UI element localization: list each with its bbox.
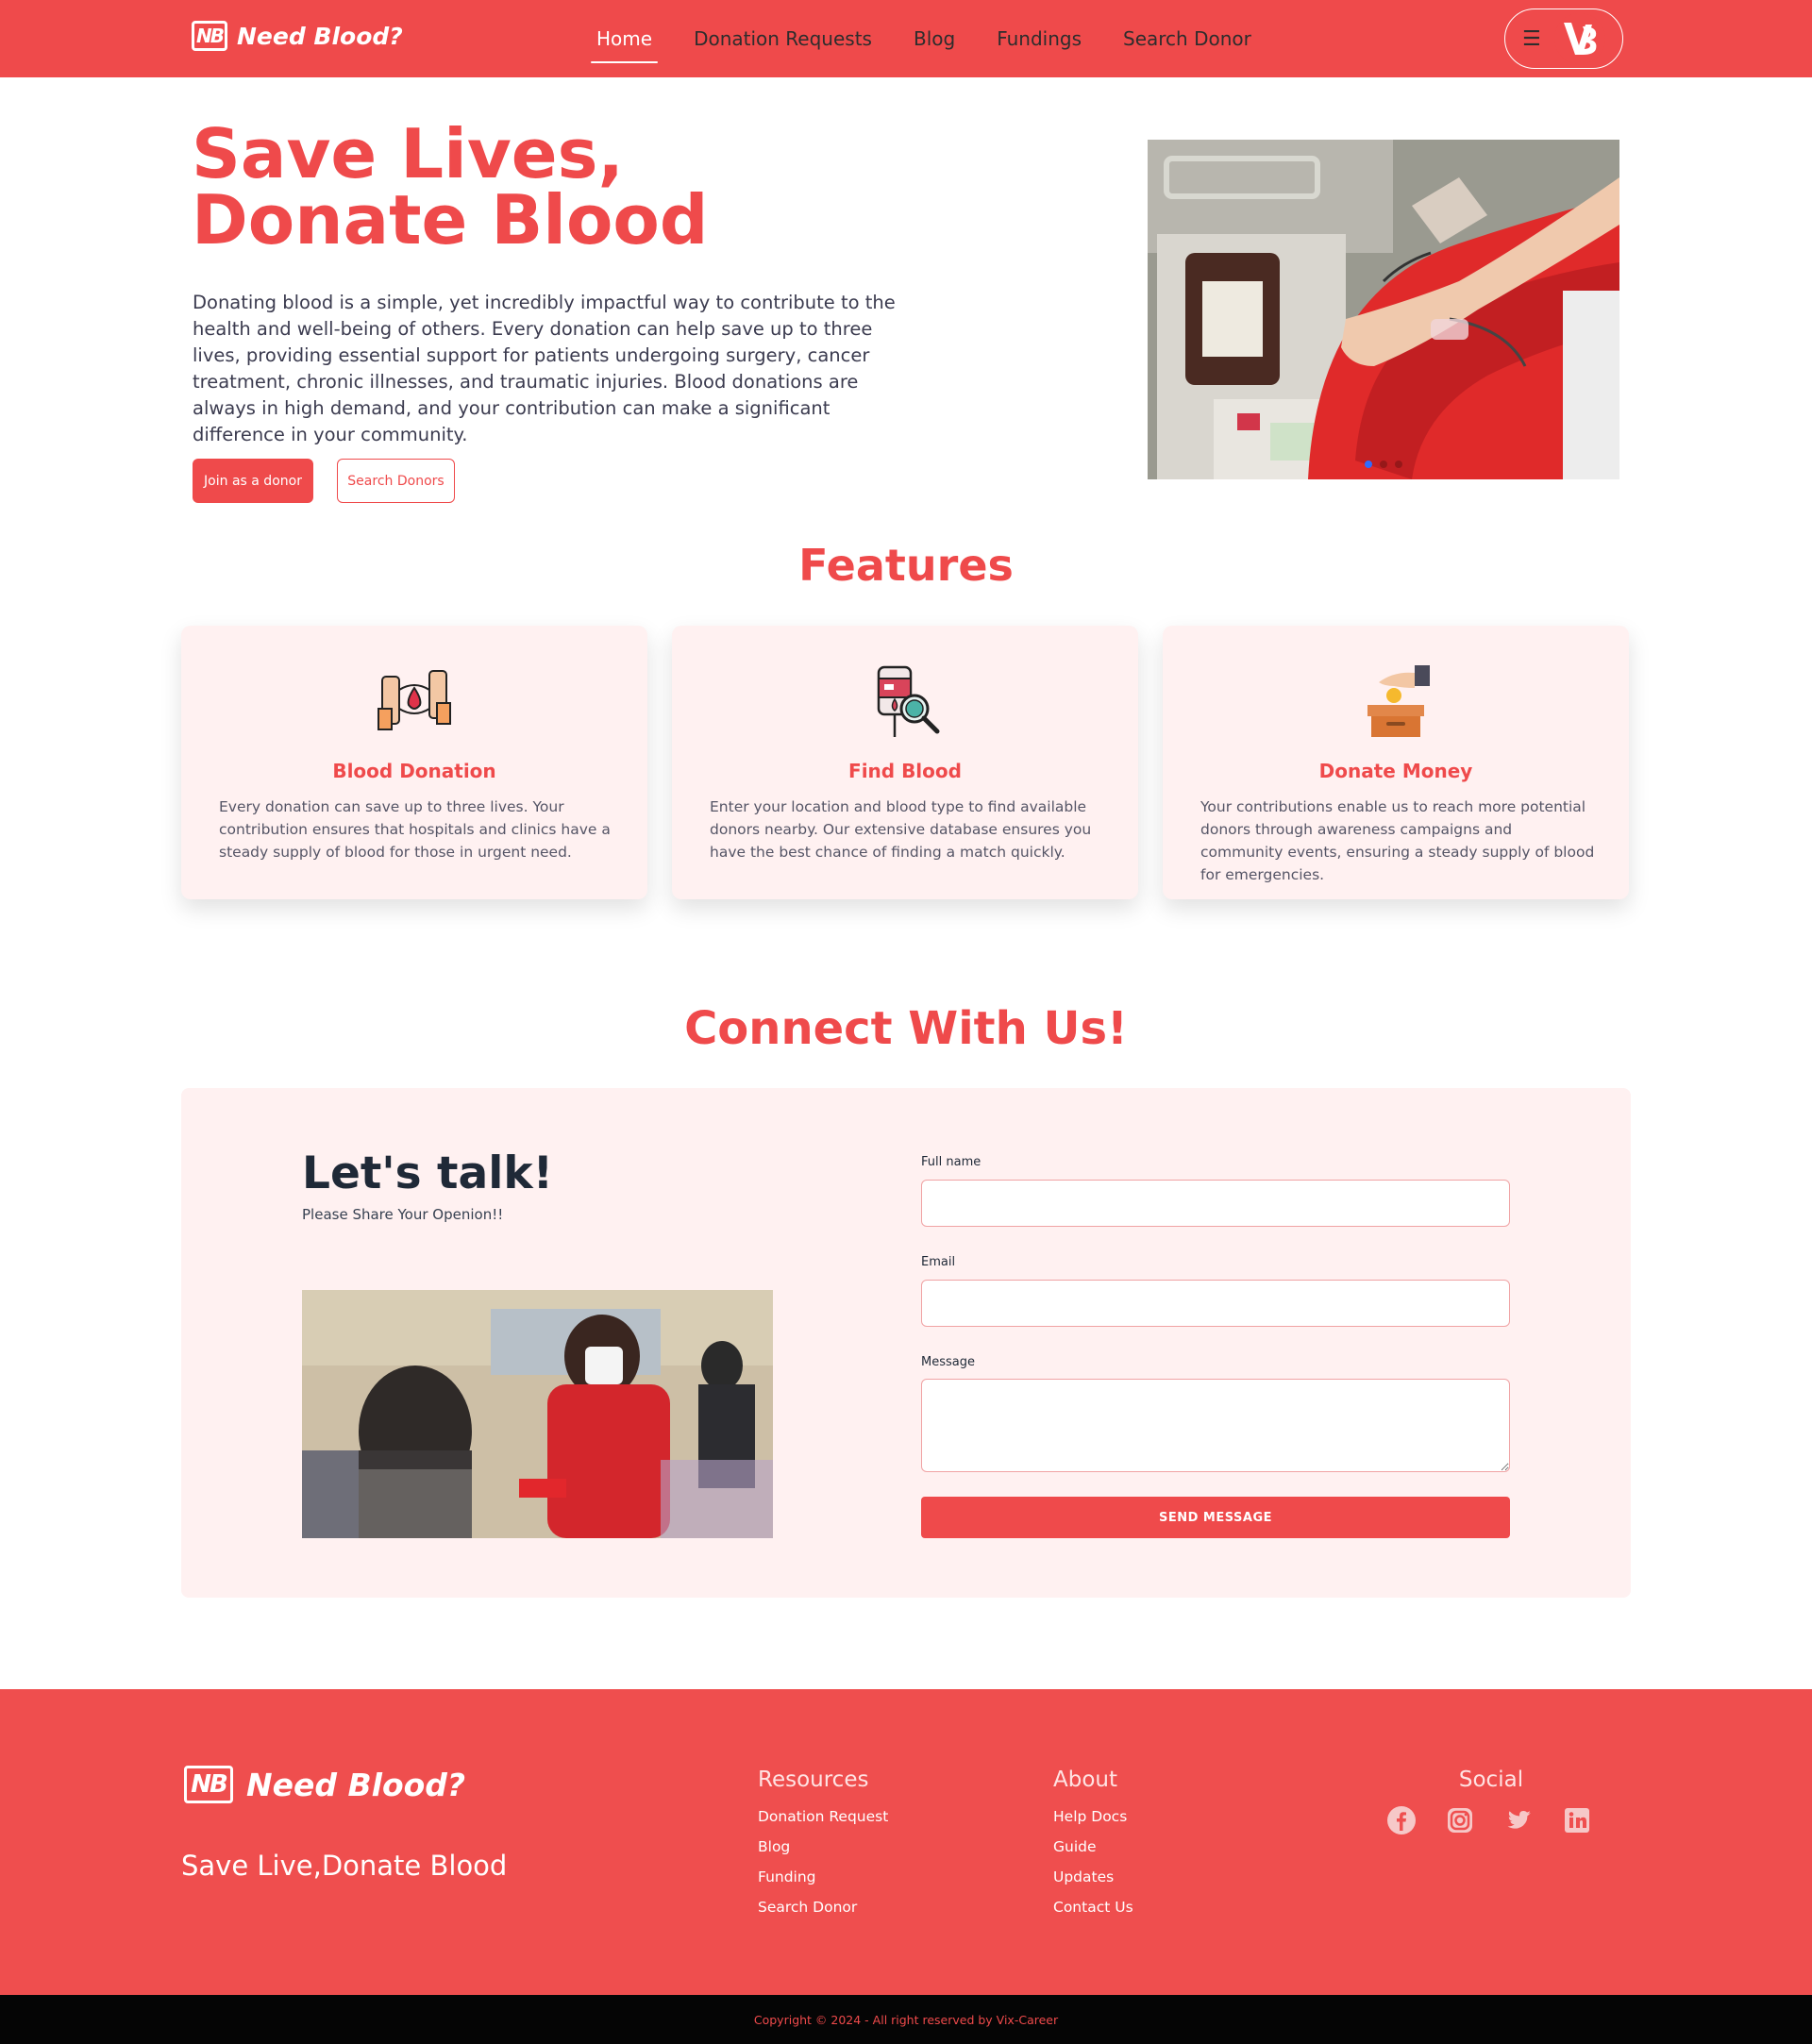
- send-message-button[interactable]: SEND MESSAGE: [921, 1497, 1510, 1538]
- carousel-dot[interactable]: [1395, 461, 1402, 468]
- search-donors-button[interactable]: Search Donors: [337, 459, 455, 503]
- feature-card-blood-donation: Blood Donation Every donation can save u…: [181, 626, 647, 899]
- main-nav: Home Donation Requests Blog Fundings Sea…: [576, 0, 1272, 77]
- donate-money-icon: [1356, 662, 1435, 741]
- brand-name: Need Blood?: [237, 22, 403, 50]
- hamburger-icon: ☰: [1522, 26, 1541, 51]
- linkedin-icon[interactable]: [1562, 1805, 1592, 1835]
- contact-subheading: Please Share Your Openion!!: [302, 1206, 504, 1223]
- feature-title: Blood Donation: [332, 760, 496, 782]
- feature-text: Every donation can save up to three live…: [219, 798, 611, 861]
- footer: [0, 1689, 1812, 1995]
- avatar: [1553, 13, 1605, 64]
- footer-link-blog[interactable]: Blog: [758, 1838, 790, 1855]
- join-as-donor-button[interactable]: Join as a donor: [193, 459, 313, 503]
- find-blood-icon: [865, 662, 945, 741]
- blood-donation-photo: [1148, 140, 1619, 479]
- connect-title: Connect With Us!: [684, 1002, 1128, 1055]
- donation-center-photo: [302, 1290, 773, 1538]
- footer-brand-name: Need Blood?: [246, 1766, 466, 1803]
- footer-link-guide[interactable]: Guide: [1053, 1838, 1097, 1855]
- hero-title: Save Lives, Donate Blood: [192, 114, 709, 260]
- instagram-icon[interactable]: [1445, 1805, 1475, 1835]
- hero-carousel[interactable]: [1148, 140, 1619, 479]
- feature-card-find-blood: Find Blood Enter your location and blood…: [672, 626, 1138, 899]
- brand[interactable]: NB Need Blood?: [192, 21, 403, 51]
- full-name-input[interactable]: [921, 1180, 1510, 1227]
- nav-fundings[interactable]: Fundings: [976, 18, 1102, 59]
- email-input[interactable]: [921, 1280, 1510, 1327]
- footer-link-funding[interactable]: Funding: [758, 1868, 816, 1885]
- nav-home[interactable]: Home: [576, 18, 673, 63]
- footer-link-help-docs[interactable]: Help Docs: [1053, 1808, 1127, 1825]
- footer-tagline: Save Live,Donate Blood: [181, 1850, 508, 1882]
- carousel-dot[interactable]: [1365, 461, 1372, 468]
- footer-link-contact-us[interactable]: Contact Us: [1053, 1899, 1133, 1916]
- nav-blog[interactable]: Blog: [893, 18, 976, 59]
- copyright-text: Copyright © 2024 - All right reserved by…: [753, 2012, 1059, 2027]
- footer-link-updates[interactable]: Updates: [1053, 1868, 1114, 1885]
- feature-text: Your contributions enable us to reach mo…: [1200, 798, 1595, 883]
- feature-card-donate-money: Donate Money Your contributions enable u…: [1163, 626, 1629, 899]
- message-label: Message: [921, 1355, 975, 1369]
- avatar-logo: [1553, 13, 1605, 64]
- user-menu-button[interactable]: ☰: [1504, 8, 1623, 69]
- feature-title: Donate Money: [1318, 760, 1473, 782]
- footer-brand[interactable]: NB Need Blood?: [184, 1766, 465, 1803]
- carousel-dots: [1148, 461, 1619, 468]
- footer-resources-title: Resources: [758, 1768, 869, 1792]
- features-title: Features: [798, 540, 1014, 591]
- navbar: NB Need Blood? Home Donation Requests Bl…: [0, 0, 1812, 77]
- nav-donation-requests[interactable]: Donation Requests: [673, 18, 893, 59]
- message-textarea[interactable]: [921, 1379, 1510, 1472]
- nav-search-donor[interactable]: Search Donor: [1102, 18, 1272, 59]
- email-label: Email: [921, 1255, 956, 1269]
- full-name-label: Full name: [921, 1155, 982, 1169]
- hero-description: Donating blood is a simple, yet incredib…: [193, 292, 896, 445]
- footer-brand-logo: NB: [184, 1766, 233, 1803]
- feature-title: Find Blood: [848, 760, 962, 782]
- footer-about-title: About: [1053, 1768, 1118, 1792]
- feature-text: Enter your location and blood type to fi…: [710, 798, 1092, 861]
- brand-logo: NB: [192, 21, 227, 51]
- facebook-icon[interactable]: [1386, 1805, 1417, 1835]
- footer-link-donation-request[interactable]: Donation Request: [758, 1808, 888, 1825]
- footer-social-title: Social: [1458, 1768, 1524, 1792]
- footer-link-search-donor[interactable]: Search Donor: [758, 1899, 857, 1916]
- contact-heading: Let's talk!: [302, 1148, 554, 1199]
- blood-donation-icon: [375, 662, 454, 741]
- carousel-dot[interactable]: [1380, 461, 1387, 468]
- copyright-bar: Copyright © 2024 - All right reserved by…: [0, 1995, 1812, 2044]
- twitter-icon[interactable]: [1503, 1805, 1534, 1835]
